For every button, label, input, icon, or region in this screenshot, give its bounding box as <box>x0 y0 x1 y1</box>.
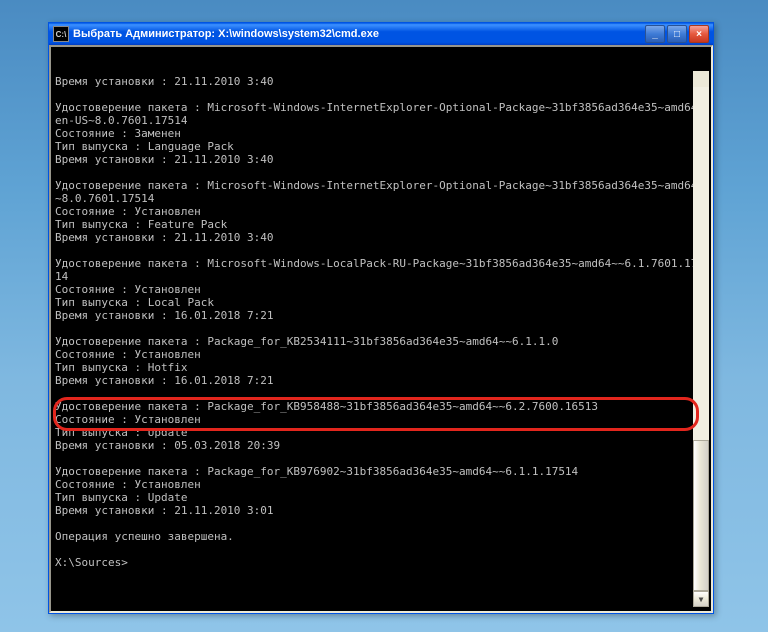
title-bar[interactable]: C:\ Выбрать Администратор: X:\windows\sy… <box>49 23 713 45</box>
console-line: Состояние : Установлен <box>55 283 707 296</box>
console-line: Удостоверение пакета : Microsoft-Windows… <box>55 179 707 205</box>
console-line <box>55 322 707 335</box>
scroll-track[interactable] <box>693 87 709 591</box>
console-line: Тип выпуска : Feature Pack <box>55 218 707 231</box>
maximize-button[interactable]: □ <box>667 25 687 43</box>
minimize-button[interactable]: _ <box>645 25 665 43</box>
console-line: Состояние : Установлен <box>55 348 707 361</box>
console-line <box>55 543 707 556</box>
console-line <box>55 88 707 101</box>
console-line: Операция успешно завершена. <box>55 530 707 543</box>
cmd-icon: C:\ <box>53 26 69 42</box>
console-line: Время установки : 21.11.2010 3:40 <box>55 231 707 244</box>
console-line: Удостоверение пакета : Package_for_KB958… <box>55 400 707 413</box>
console-line: Время установки : 21.11.2010 3:40 <box>55 153 707 166</box>
console-line: Время установки : 16.01.2018 7:21 <box>55 374 707 387</box>
console-line: Состояние : Заменен <box>55 127 707 140</box>
console-line: X:\Sources> <box>55 556 707 569</box>
console-line: Удостоверение пакета : Package_for_KB253… <box>55 335 707 348</box>
cmd-window: C:\ Выбрать Администратор: X:\windows\sy… <box>48 22 714 614</box>
console-output[interactable]: Время установки : 21.11.2010 3:40 Удосто… <box>49 45 713 613</box>
console-line: Время установки : 05.03.2018 20:39 <box>55 439 707 452</box>
console-line: Время установки : 16.01.2018 7:21 <box>55 309 707 322</box>
console-line: Тип выпуска : Update <box>55 426 707 439</box>
title-controls: _ □ × <box>645 25 709 43</box>
console-line: Удостоверение пакета : Microsoft-Windows… <box>55 257 707 283</box>
close-button[interactable]: × <box>689 25 709 43</box>
console-line <box>55 387 707 400</box>
console-line: Время установки : 21.11.2010 3:01 <box>55 504 707 517</box>
vertical-scrollbar[interactable]: ▲ ▼ <box>693 71 709 607</box>
console-line: Тип выпуска : Language Pack <box>55 140 707 153</box>
console-line: Удостоверение пакета : Microsoft-Windows… <box>55 101 707 127</box>
console-line: Время установки : 21.11.2010 3:40 <box>55 75 707 88</box>
scroll-down-button[interactable]: ▼ <box>693 591 709 607</box>
window-title: Выбрать Администратор: X:\windows\system… <box>73 28 645 40</box>
console-line: Удостоверение пакета : Package_for_KB976… <box>55 465 707 478</box>
console-line: Тип выпуска : Local Pack <box>55 296 707 309</box>
console-line: Состояние : Установлен <box>55 205 707 218</box>
console-line <box>55 452 707 465</box>
console-line <box>55 244 707 257</box>
console-line: Состояние : Установлен <box>55 413 707 426</box>
console-text: Время установки : 21.11.2010 3:40 Удосто… <box>55 75 707 569</box>
console-line: Состояние : Установлен <box>55 478 707 491</box>
console-line: Тип выпуска : Hotfix <box>55 361 707 374</box>
console-line: Тип выпуска : Update <box>55 491 707 504</box>
console-line <box>55 166 707 179</box>
scroll-thumb[interactable] <box>693 440 709 591</box>
console-line <box>55 517 707 530</box>
